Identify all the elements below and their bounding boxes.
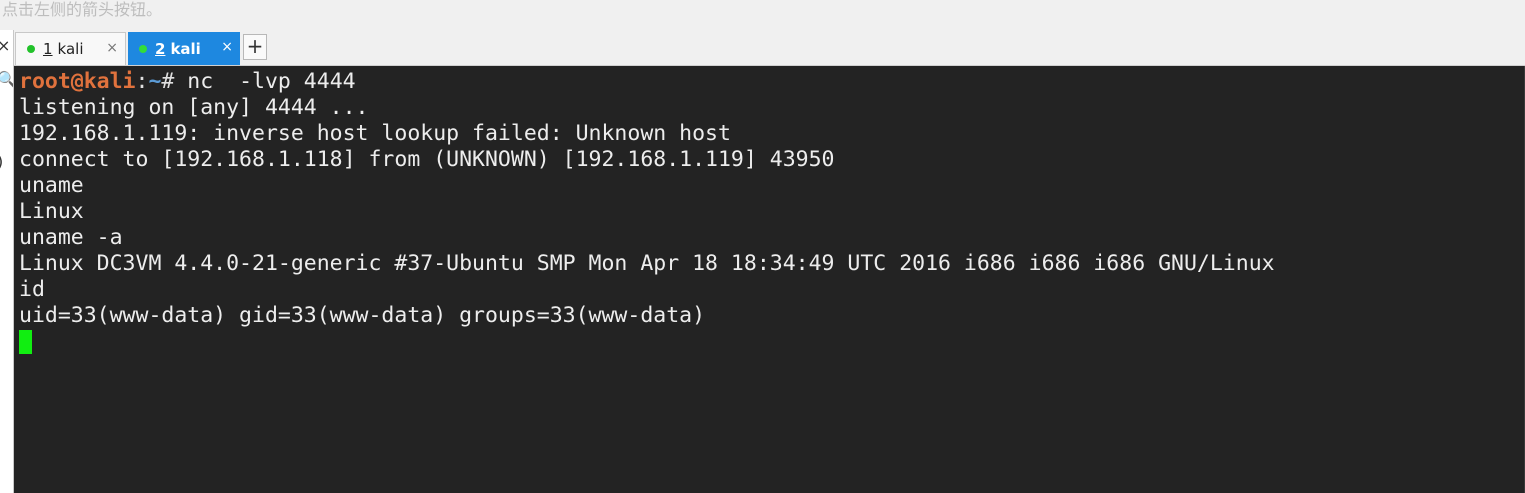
prompt-separator: : — [135, 69, 149, 94]
output-line: uname — [19, 173, 84, 198]
tab-label: kali — [170, 39, 201, 58]
status-dot-icon — [139, 44, 147, 53]
prompt-path: ~ — [148, 69, 162, 94]
terminal-cursor — [19, 330, 32, 354]
tab-number: 2 — [155, 39, 166, 58]
close-icon[interactable]: × — [221, 38, 233, 56]
output-line: connect to [192.168.1.118] from (UNKNOWN… — [19, 147, 835, 172]
output-line: uname -a — [19, 225, 123, 250]
output-line: Linux DC3VM 4.4.0-21-generic #37-Ubuntu … — [19, 251, 1275, 276]
left-panel-edge: × 🔍 ) — [0, 30, 14, 493]
output-line: 192.168.1.119: inverse host lookup faile… — [19, 121, 731, 146]
top-hint-text: 点击左侧的箭头按钮。 — [0, 0, 1525, 30]
output-line: id — [19, 277, 45, 302]
tab-bar: 1 kali × 2 kali × + — [14, 30, 1525, 66]
tab-label: kali — [57, 40, 84, 58]
command-text: nc -lvp 4444 — [174, 69, 356, 94]
cursor-line — [19, 329, 1525, 355]
prompt-line: root@kali:~# nc -lvp 4444 — [19, 69, 1525, 95]
tab-session-1[interactable]: 1 kali × — [15, 32, 126, 65]
paren-icon: ) — [0, 154, 3, 170]
output-line: Linux — [19, 199, 84, 224]
tab-session-2[interactable]: 2 kali × — [128, 32, 240, 65]
close-icon[interactable]: × — [106, 39, 118, 57]
tab-number: 1 — [43, 40, 53, 58]
output-line: uid=33(www-data) gid=33(www-data) groups… — [19, 303, 706, 328]
prompt-user: root@kali — [19, 69, 136, 94]
terminal-view[interactable]: root@kali:~# nc -lvp 4444 listening on [… — [14, 66, 1525, 493]
new-tab-button[interactable]: + — [243, 34, 267, 60]
output-line: listening on [any] 4444 ... — [19, 95, 369, 120]
close-icon[interactable]: × — [0, 38, 10, 54]
status-dot-icon — [27, 45, 35, 53]
prompt-symbol: # — [161, 69, 175, 94]
search-icon[interactable]: 🔍 — [0, 72, 13, 88]
